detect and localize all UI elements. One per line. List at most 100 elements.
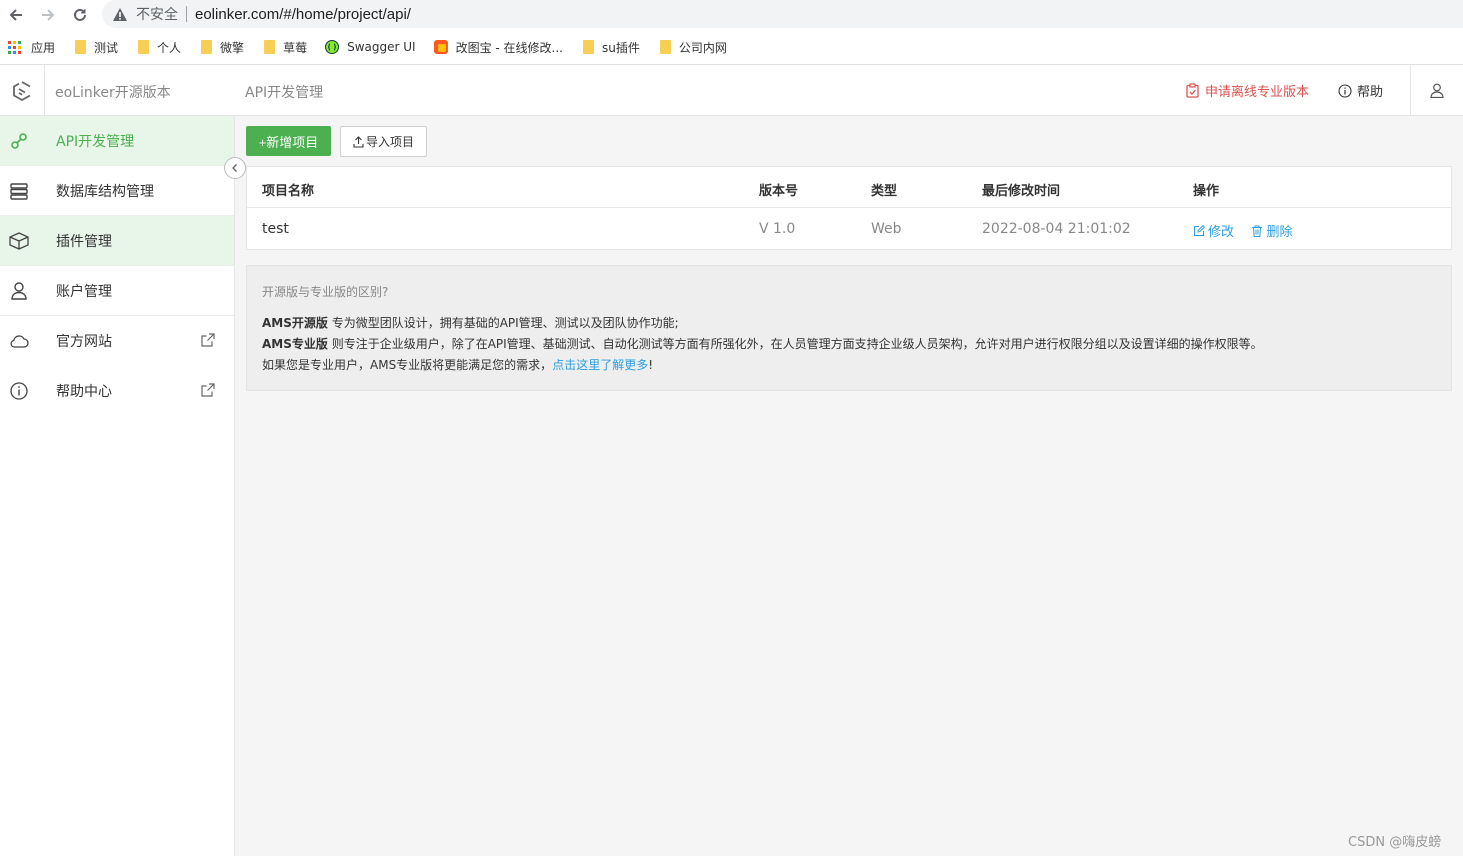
info-line-text: 如果您是专业用户，AMS专业版将更能满足您的需求， xyxy=(262,358,553,372)
eolinker-logo-icon xyxy=(13,80,31,101)
bookmark-folder[interactable]: su插件 xyxy=(581,39,640,56)
logo[interactable] xyxy=(0,65,45,116)
sidebar-item-help-center[interactable]: 帮助中心 xyxy=(0,366,234,416)
omnibox-divider xyxy=(186,6,187,22)
column-header-version: 版本号 xyxy=(759,184,799,199)
project-modified-time: 2022-08-04 21:01:02 xyxy=(982,221,1131,237)
bookmark-label: 微擎 xyxy=(220,40,245,55)
forward-button[interactable] xyxy=(36,4,60,26)
sidebar-item-database-structure[interactable]: 数据库结构管理 xyxy=(0,166,234,216)
import-icon xyxy=(353,135,364,148)
bookmark-label: 公司内网 xyxy=(678,40,727,55)
address-bar[interactable]: 不安全 eolinker.com/#/home/project/api/ xyxy=(102,0,1463,28)
trash-icon xyxy=(1252,225,1263,237)
sidebar-item-official-site[interactable]: 官方网站 xyxy=(0,316,234,366)
bookmarks-bar: 应用 测试 个人 微擎 草莓 Swagger UI 改图宝 - 在线修改... … xyxy=(0,32,1463,62)
bookmark-apps[interactable]: 应用 xyxy=(8,39,55,56)
folder-icon xyxy=(201,40,213,54)
apply-pro-label: 申请离线专业版本 xyxy=(1205,85,1310,100)
folder-icon xyxy=(75,40,87,54)
sidebar-item-label: API开发管理 xyxy=(56,133,135,150)
bookmark-label: 草莓 xyxy=(283,40,308,55)
import-project-label: 导入项目 xyxy=(365,135,414,149)
sidebar-item-api-management[interactable]: API开发管理 xyxy=(0,116,234,166)
info-line-open-source: AMS开源版 专为微型团队设计，拥有基础的API管理、测试以及团队协作功能; xyxy=(262,313,1436,334)
gaitubao-icon xyxy=(433,40,448,54)
bookmark-folder[interactable]: 测试 xyxy=(73,39,118,56)
sidebar-item-plugin-management[interactable]: 插件管理 xyxy=(0,216,234,266)
database-icon xyxy=(9,181,29,201)
info-line-label: AMS专业版 xyxy=(262,337,328,351)
column-header-modified: 最后修改时间 xyxy=(982,184,1061,199)
warning-icon xyxy=(112,6,128,22)
folder-icon xyxy=(659,40,671,54)
user-menu-button[interactable] xyxy=(1410,65,1463,116)
import-project-button[interactable]: 导入项目 xyxy=(340,126,427,157)
info-line-text: 则专注于企业级用户，除了在API管理、基础测试、自动化测试等方面有所强化外，在人… xyxy=(327,337,1263,351)
sidebar-item-label: 官方网站 xyxy=(56,334,112,350)
bookmark-label: 测试 xyxy=(94,40,119,55)
row-actions: 修改 删除 xyxy=(1193,221,1305,241)
user-icon xyxy=(1430,83,1444,98)
table-header: 项目名称 版本号 类型 最后修改时间 操作 xyxy=(247,167,1451,208)
project-version: V 1.0 xyxy=(759,221,796,237)
sidebar-collapse-button[interactable] xyxy=(224,157,246,179)
project-type: Web xyxy=(871,221,902,237)
reload-button[interactable] xyxy=(68,4,92,26)
sidebar-item-label: 帮助中心 xyxy=(56,384,112,400)
bookmark-folder[interactable]: 微擎 xyxy=(199,39,244,56)
external-link-icon xyxy=(201,383,215,401)
edit-icon xyxy=(1193,224,1205,236)
edit-button[interactable]: 修改 xyxy=(1193,221,1234,240)
watermark: CSDN @嗨皮螃 xyxy=(1348,835,1442,850)
external-link-icon xyxy=(201,333,215,351)
help-link[interactable]: 帮助 xyxy=(1338,81,1383,100)
sidebar: API开发管理 数据库结构管理 插件管理 账户管理 官方网站 帮助中心 xyxy=(0,116,235,856)
reload-icon xyxy=(74,8,86,21)
arrow-right-icon xyxy=(42,9,55,21)
add-project-button[interactable]: +新增项目 xyxy=(246,126,331,156)
url-text[interactable]: eolinker.com/#/home/project/api/ xyxy=(195,6,411,23)
delete-label: 删除 xyxy=(1266,225,1293,240)
back-button[interactable] xyxy=(4,4,28,26)
apps-grid-icon xyxy=(8,40,21,54)
sidebar-item-label: 插件管理 xyxy=(56,233,112,250)
apply-pro-link[interactable]: 申请离线专业版本 xyxy=(1185,81,1309,100)
bookmark-folder[interactable]: 个人 xyxy=(136,39,181,56)
info-line-label: AMS开源版 xyxy=(262,316,328,330)
project-table: 项目名称 版本号 类型 最后修改时间 操作 test V 1.0 Web 202… xyxy=(246,166,1452,250)
help-label: 帮助 xyxy=(1357,85,1384,100)
bookmark-gaitubao[interactable]: 改图宝 - 在线修改... xyxy=(433,39,563,56)
link-icon xyxy=(9,131,29,151)
clipboard-icon xyxy=(1186,83,1199,98)
browser-toolbar: 不安全 eolinker.com/#/home/project/api/ xyxy=(0,0,1463,32)
bookmark-label: Swagger UI xyxy=(347,40,416,54)
security-label: 不安全 xyxy=(136,7,178,23)
learn-more-link[interactable]: 点击这里了解更多 xyxy=(552,358,648,372)
bookmark-folder[interactable]: 草莓 xyxy=(262,39,307,56)
bookmark-label: su插件 xyxy=(601,40,640,55)
info-circle-icon xyxy=(1338,83,1352,98)
user-icon xyxy=(9,281,29,301)
bookmark-label: 改图宝 - 在线修改... xyxy=(455,40,563,55)
folder-icon xyxy=(138,40,150,54)
bookmark-label: 应用 xyxy=(31,40,56,55)
bookmark-swagger[interactable]: Swagger UI xyxy=(325,40,416,54)
info-icon xyxy=(9,381,29,401)
info-line-end: ! xyxy=(648,358,654,372)
cloud-icon xyxy=(9,331,29,351)
brand-name: eoLinker开源版本 xyxy=(55,85,171,101)
sidebar-item-account-management[interactable]: 账户管理 xyxy=(0,266,234,316)
sidebar-item-label: 账户管理 xyxy=(56,283,112,300)
sidebar-item-label: 数据库结构管理 xyxy=(56,183,154,200)
table-row[interactable]: test V 1.0 Web 2022-08-04 21:01:02 修改 删除 xyxy=(247,208,1451,250)
cube-icon xyxy=(9,231,29,251)
project-name[interactable]: test xyxy=(262,221,289,237)
delete-button[interactable]: 删除 xyxy=(1251,221,1292,240)
bookmark-folder[interactable]: 公司内网 xyxy=(658,39,727,56)
column-header-type: 类型 xyxy=(871,184,898,199)
app-header: eoLinker开源版本 API开发管理 申请离线专业版本 帮助 xyxy=(0,64,1463,116)
folder-icon xyxy=(582,40,594,54)
edition-info-panel: 开源版与专业版的区别? AMS开源版 专为微型团队设计，拥有基础的API管理、测… xyxy=(246,265,1452,391)
info-title: 开源版与专业版的区别? xyxy=(262,285,389,299)
